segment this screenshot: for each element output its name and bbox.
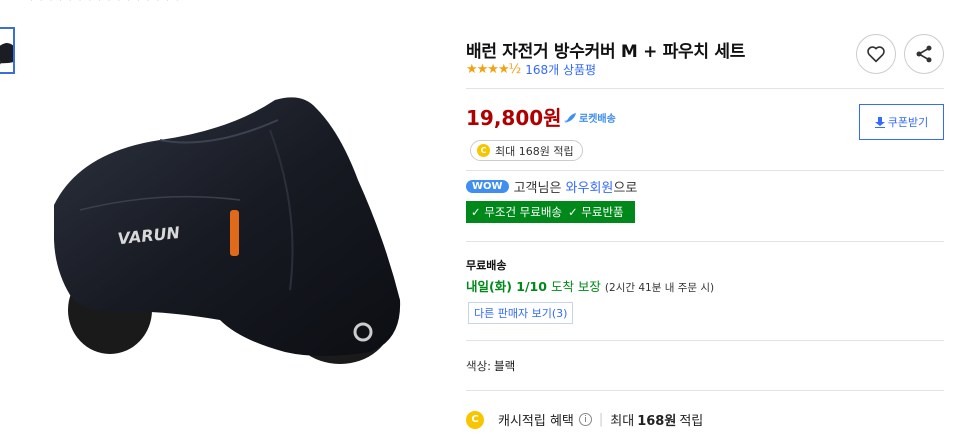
thumbnail-image [0, 43, 13, 65]
share-icon [916, 45, 932, 63]
rating-row: ★★★★½ 168개 상품평 [466, 61, 596, 78]
thumbnail-selected[interactable] [0, 27, 15, 74]
cash-reward-text: 최대 168원 적립 [495, 144, 574, 158]
delivery-cutoff-note: (2시간 41분 내 주문 시) [604, 282, 715, 294]
coupon-button-label: 쿠폰받기 [887, 116, 929, 129]
rocket-icon [564, 112, 576, 123]
star-rating: ★★★★½ [466, 62, 521, 77]
coin-icon: C [466, 410, 484, 429]
wow-badge: WOW [466, 180, 509, 193]
other-sellers-button[interactable]: 다른 판매자 보기(3) [468, 302, 574, 324]
cash-benefit-row: C 캐시적립 혜택 i | 최대 168원 적립 [466, 410, 703, 429]
coin-icon: C [477, 144, 490, 157]
free-benefits-badge: ✓ 무조건 무료배송 ✓ 무료반품 [466, 201, 635, 223]
divider [466, 390, 944, 391]
divider [466, 241, 944, 242]
review-count-link[interactable]: 168개 상품평 [525, 61, 596, 78]
wow-member-link[interactable]: 와우회원 [566, 177, 614, 196]
delivery-guarantee: 도착 보장 [550, 279, 601, 294]
rocket-delivery-badge: 로켓배송 [563, 110, 616, 125]
delivery-date-row: 내일(화) 1/10 도착 보장 (2시간 41분 내 주문 시) [466, 276, 714, 295]
cash-reward-pill: C 최대 168원 적립 [470, 140, 583, 161]
product-price: 19,800원 [466, 106, 562, 130]
divider [466, 88, 944, 89]
option-value: 블랙 [494, 359, 516, 373]
product-info: 배런 자전거 방수커버 M + 파우치 세트 ★★★★½ 168개 상품평 19… [466, 0, 946, 444]
cash-benefit-amount: 168원 [637, 414, 677, 429]
product-image[interactable]: VARUN [40, 90, 420, 380]
wishlist-button[interactable] [856, 34, 896, 74]
separator: | [598, 412, 604, 427]
option-label: 색상: [466, 359, 492, 373]
wow-prefix: 고객님은 [513, 181, 562, 196]
share-button[interactable] [904, 34, 944, 74]
download-icon [874, 116, 885, 128]
wow-suffix: 으로 [613, 181, 638, 196]
cash-benefit-max-label: 최대 [610, 414, 635, 429]
option-color: 색상: 블랙 [466, 358, 515, 374]
bike-cover-image: VARUN [54, 97, 401, 364]
cash-benefit-label: 캐시적립 혜택 [498, 414, 574, 429]
cash-benefit-suffix: 적립 [679, 414, 704, 429]
free-return-label: ✓ 무료반품 [568, 205, 624, 219]
heart-icon [867, 46, 885, 63]
free-shipping-label: ✓ 무조건 무료배송 [471, 205, 563, 219]
wow-member-row: WOW 고객님은 와우회원 으로 [466, 177, 637, 196]
delivery-date: 내일(화) 1/10 [466, 279, 547, 294]
info-icon[interactable]: i [578, 413, 592, 426]
divider [466, 340, 944, 341]
product-title: 배런 자전거 방수커버 M + 파우치 세트 [466, 42, 746, 62]
coupon-download-button[interactable]: 쿠폰받기 [859, 104, 944, 140]
rocket-delivery-label: 로켓배송 [579, 114, 616, 125]
shipping-label: 무료배송 [466, 259, 507, 272]
divider [466, 170, 944, 171]
